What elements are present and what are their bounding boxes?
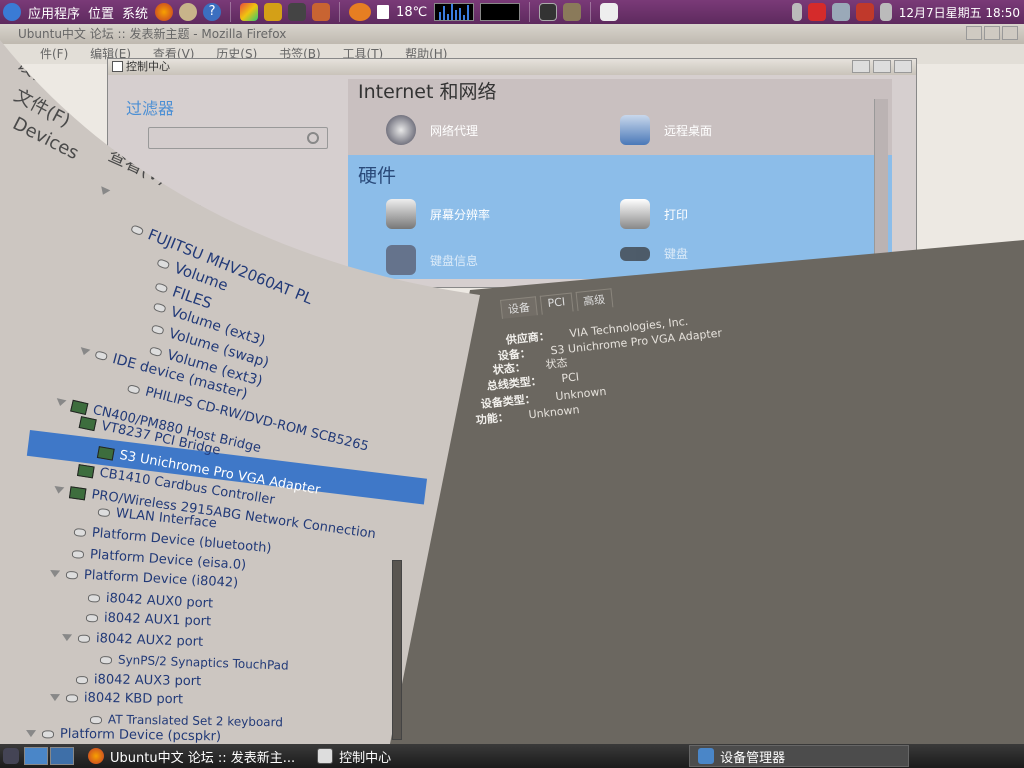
disk-icon: [130, 224, 144, 236]
device-manager-window[interactable]: 设备 PCI 高级 供应商： VIA Technologies, Inc. 设备：…: [0, 0, 1024, 744]
tab-device[interactable]: 设备: [500, 296, 538, 319]
tree-item[interactable]: i8042 AUX1 port: [86, 610, 212, 629]
port-icon: [78, 634, 90, 642]
task-device-manager[interactable]: 设备管理器: [689, 745, 910, 767]
expander-icon: [26, 730, 36, 737]
firefox-icon: [88, 748, 104, 764]
workspace-1[interactable]: [24, 747, 48, 765]
tree-item-label: AT Translated Set 2 keyboard: [107, 712, 284, 730]
expander-icon: [50, 570, 60, 578]
tab-pci[interactable]: PCI: [540, 293, 573, 315]
property-function-label: 功能：: [475, 410, 510, 427]
port-icon: [86, 614, 98, 622]
port-icon: [76, 676, 88, 684]
pci-chip-icon: [79, 416, 97, 431]
device-tabs: 设备 PCI 高级: [500, 288, 613, 319]
tree-item[interactable]: i8042 AUX0 port: [88, 590, 214, 612]
ide-icon: [94, 350, 108, 361]
tree-item-label: i8042 KBD port: [83, 690, 184, 708]
device-tree-scrollbar[interactable]: [392, 560, 402, 740]
network-icon: [98, 508, 111, 517]
expander-icon: [98, 186, 110, 196]
show-desktop-icon[interactable]: [3, 748, 19, 764]
control-center-icon: [317, 748, 334, 764]
task-control-center-label: 控制中心: [339, 750, 392, 766]
tree-item[interactable]: i8042 AUX2 port: [62, 630, 204, 650]
expander-icon: [50, 694, 60, 701]
property-bus-type-value: PCI: [560, 370, 580, 386]
expander-icon: [54, 486, 65, 494]
tree-item-label: i8042 AUX3 port: [93, 672, 202, 690]
optical-drive-icon: [127, 384, 141, 395]
tree-item[interactable]: SynPS/2 Synaptics TouchPad: [100, 652, 289, 673]
menu-help[interactable]: 帮助(H): [192, 187, 249, 225]
workspace-2[interactable]: [50, 747, 74, 765]
pci-chip-icon: [70, 399, 88, 414]
bottom-taskbar: Ubuntu中文 论坛 :: 发表新主... 控制中心 设备管理器: [0, 744, 1024, 768]
task-firefox[interactable]: Ubuntu中文 论坛 :: 发表新主...: [80, 745, 303, 767]
platform-device-icon: [42, 730, 54, 738]
tree-item-label: i8042 AUX0 port: [105, 590, 214, 612]
port-icon: [66, 694, 78, 702]
tree-item-label: i8042 AUX1 port: [103, 610, 212, 630]
keyboard-device-icon: [90, 716, 102, 724]
pci-chip-icon: [97, 446, 115, 461]
expander-icon: [55, 398, 66, 407]
touchpad-icon: [100, 656, 112, 664]
task-control-center[interactable]: 控制中心: [309, 745, 489, 767]
tree-item[interactable]: Platform Device (pcspkr): [26, 726, 221, 744]
platform-device-icon: [66, 570, 78, 579]
tree-item[interactable]: i8042 KBD port: [50, 690, 183, 707]
volume-icon: [151, 324, 165, 335]
task-device-manager-label: 设备管理器: [720, 750, 786, 766]
property-function-value: Unknown: [527, 403, 581, 422]
device-manager-icon: [698, 748, 715, 764]
volume-icon: [155, 282, 169, 293]
pci-chip-icon: [69, 486, 87, 500]
property-device-type-value: Unknown: [554, 384, 607, 404]
expander-icon: [62, 634, 72, 641]
tree-expander[interactable]: [97, 183, 117, 202]
pci-chip-icon: [77, 464, 95, 478]
tree-item-label: SynPS/2 Synaptics TouchPad: [117, 652, 289, 673]
menu-view[interactable]: 查看(V): [105, 141, 173, 190]
volume-icon: [149, 346, 163, 357]
platform-device-icon: [72, 550, 85, 559]
tab-advanced[interactable]: 高级: [575, 288, 613, 311]
tree-item-label: Platform Device (pcspkr): [59, 726, 222, 745]
tree-item-label: i8042 AUX2 port: [95, 631, 204, 650]
expander-icon: [79, 347, 90, 356]
port-icon: [88, 594, 100, 603]
tree-item-label: Platform Device (i8042): [83, 567, 239, 591]
task-firefox-label: Ubuntu中文 论坛 :: 发表新主...: [110, 750, 296, 766]
tree-item[interactable]: i8042 AUX3 port: [76, 672, 201, 689]
volume-icon: [153, 302, 167, 313]
platform-device-icon: [74, 528, 87, 537]
volume-icon: [156, 258, 170, 270]
